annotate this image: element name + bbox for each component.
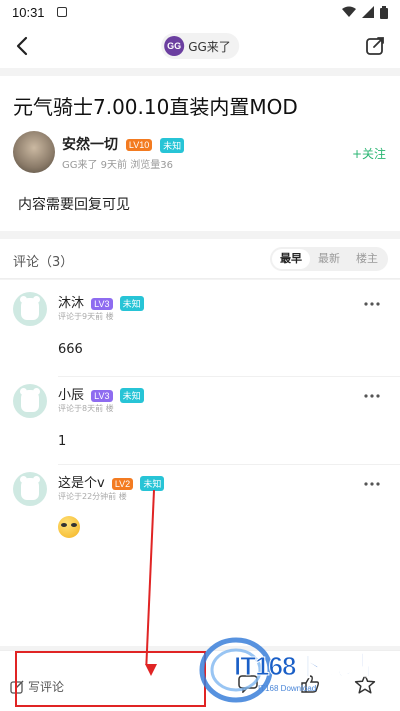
post-body: 内容需要回复可见 [18, 197, 130, 213]
commenter-info: 小辰 LV3 未知 [58, 384, 144, 403]
divider [58, 464, 400, 465]
commenter-level-badge: LV3 [91, 297, 113, 310]
commenter-info: 这是个v LV2 未知 [58, 472, 165, 491]
watermark-logo: IT168下载站 IT168 Download [196, 622, 400, 711]
sort-option-latest[interactable]: 最新 [310, 249, 348, 269]
comments-list: 沐沐 LV3 未知 评论于9天前 楼 666 小辰 LV3 未知 评论于8天前 … [0, 280, 400, 646]
wifi-icon [342, 6, 356, 17]
commenter-tag-badge: 未知 [119, 388, 144, 403]
commenter-level-badge: LV3 [91, 389, 113, 402]
author-tag-badge: 未知 [160, 137, 185, 153]
commenter-name[interactable]: 这是个v [58, 476, 105, 491]
share-edit-icon[interactable] [364, 35, 386, 57]
channel-logo: GG [164, 36, 185, 56]
status-time: 10:31 [12, 4, 45, 20]
comment-meta: 评论于22分钟前 楼 [58, 492, 127, 501]
watermark-subtitle: IT168 Download [258, 684, 317, 693]
sort-option-earliest[interactable]: 最早 [272, 249, 310, 269]
notification-icon [56, 7, 67, 17]
status-bar: 10:31 [0, 0, 400, 24]
annotation-highlight-box [15, 651, 206, 707]
commenter-tag-badge: 未知 [140, 476, 165, 491]
status-icons [342, 5, 388, 19]
sort-segmented-control: 最早 最新 楼主 [270, 247, 388, 271]
commenter-avatar[interactable] [13, 472, 47, 506]
watermark-title: IT168下载站 [234, 651, 372, 682]
divider [58, 376, 400, 377]
signal-icon [362, 6, 374, 18]
post-meta: GG来了 9天前 浏览量36 [62, 160, 173, 171]
face-emoji-icon [58, 516, 80, 538]
author-info: 安然一切 LV10 未知 [62, 134, 185, 154]
follow-button[interactable]: +关注 [352, 145, 386, 162]
author-level-badge: LV10 [125, 139, 153, 151]
commenter-name[interactable]: 沐沐 [58, 296, 84, 311]
top-nav: GG GG来了 [0, 24, 400, 68]
comment-meta: 评论于9天前 楼 [58, 312, 114, 321]
post-title: 元气骑士7.00.10直装内置MOD [13, 95, 298, 119]
battery-icon [380, 5, 388, 19]
more-options-icon[interactable] [364, 394, 380, 398]
back-arrow-icon[interactable] [12, 34, 34, 58]
commenter-avatar[interactable] [13, 292, 47, 326]
author-name[interactable]: 安然一切 [62, 137, 118, 153]
commenter-tag-badge: 未知 [119, 296, 144, 311]
sort-option-op[interactable]: 楼主 [348, 249, 386, 269]
commenter-name[interactable]: 小辰 [58, 388, 84, 403]
more-options-icon[interactable] [364, 302, 380, 306]
commenter-info: 沐沐 LV3 未知 [58, 292, 144, 311]
commenter-avatar[interactable] [13, 384, 47, 418]
author-avatar[interactable] [13, 131, 55, 173]
comment-text: 666 [58, 342, 83, 357]
comments-count: 评论（3） [13, 255, 74, 270]
comments-header: 评论（3） 最早 最新 楼主 [0, 239, 400, 279]
channel-chip[interactable]: GG GG来了 [161, 33, 239, 59]
comment-meta: 评论于8天前 楼 [58, 404, 114, 413]
comment-text: 1 [58, 434, 67, 449]
post-card: 元气骑士7.00.10直装内置MOD 安然一切 LV10 未知 GG来了 9天前… [0, 76, 400, 231]
channel-name: GG来了 [188, 39, 231, 54]
more-options-icon[interactable] [364, 482, 380, 486]
commenter-level-badge: LV2 [111, 477, 134, 490]
